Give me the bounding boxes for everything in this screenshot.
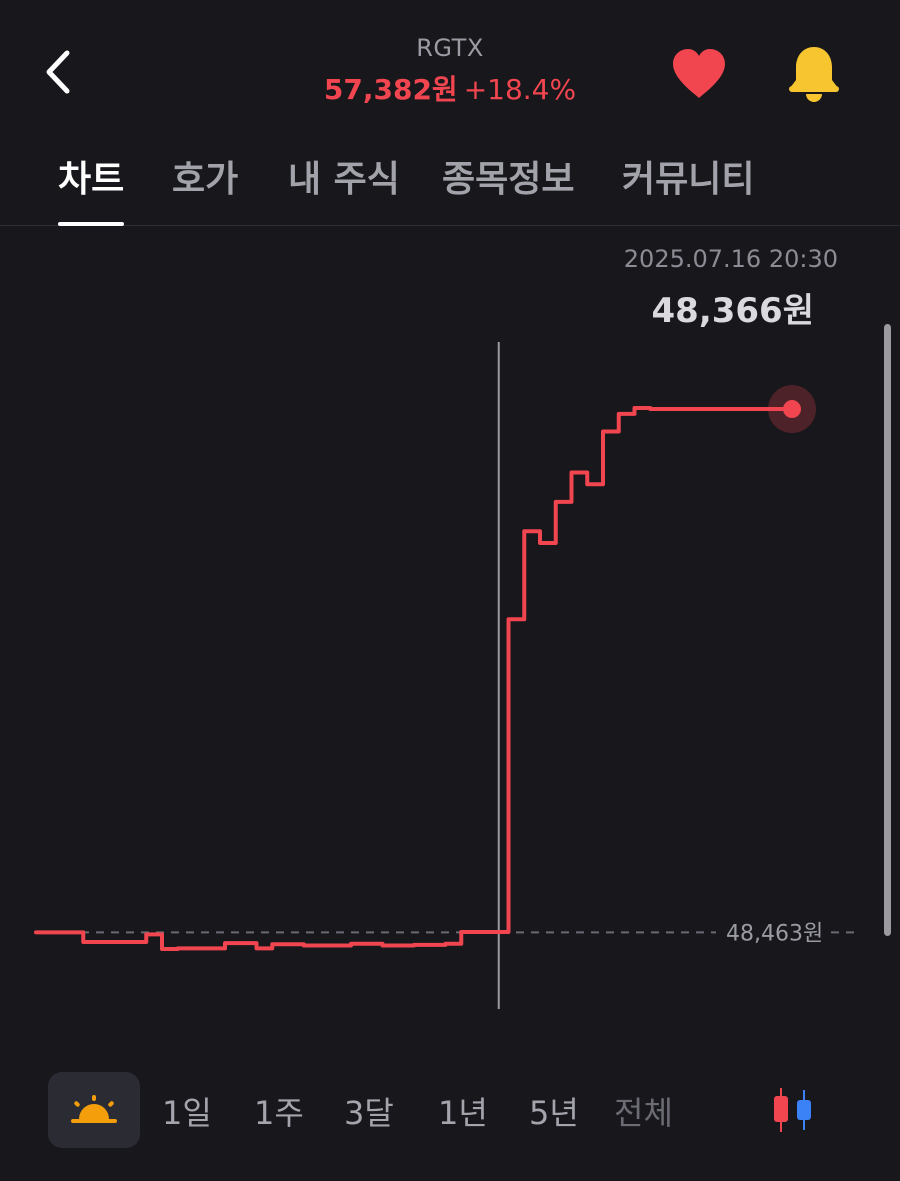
back-button[interactable] [30,44,86,100]
header: RGTX 57,382원 +18.4% [0,0,900,130]
period-all[interactable]: 전체 [614,1088,673,1134]
period-1-week[interactable]: 1주 [254,1088,304,1134]
tab-chart[interactable]: 차트 [58,150,125,226]
chart-type-button[interactable] [768,1084,818,1136]
bell-icon [789,47,839,102]
alert-button[interactable] [784,42,844,104]
price-value: 57,382원 [323,73,458,106]
price-chart[interactable]: 2025.07.16 20:30 48,366원 48,463원 [0,227,900,1047]
price-line [34,406,794,951]
heart-icon [673,49,725,98]
tab-label: 커뮤니티 [622,159,755,200]
period-1-day[interactable]: 1일 [162,1088,212,1134]
tab-my-stock[interactable]: 내 주식 [288,150,400,226]
period-3-month[interactable]: 3달 [344,1088,394,1134]
tab-community[interactable]: 커뮤니티 [622,150,754,226]
stock-title: RGTX 57,382원 +18.4% [250,34,650,108]
tab-label: 호가 [172,159,239,200]
candlestick-icon [774,1088,811,1132]
period-1-year[interactable]: 1년 [438,1088,488,1134]
chart-scrollbar[interactable] [884,324,891,936]
extended-hours-button[interactable] [48,1072,140,1148]
tab-stock-info[interactable]: 종목정보 [442,150,574,226]
chart-canvas[interactable]: 48,463원 [0,227,900,1047]
last-point-dot [783,400,801,419]
tab-bar: 차트 호가 내 주식 종목정보 커뮤니티 [0,130,900,226]
tab-label: 종목정보 [442,159,575,200]
period-selector: 1일 1주 3달 1년 5년 전체 [0,1070,900,1150]
reference-label: 48,463원 [726,921,823,946]
period-5-year[interactable]: 5년 [529,1088,579,1134]
current-price: 57,382원 +18.4% [250,68,650,108]
tab-label: 차트 [58,159,125,200]
price-change: +18.4% [463,73,577,106]
favorite-button[interactable] [668,46,730,102]
ticker-symbol: RGTX [416,34,484,62]
chevron-left-icon [46,50,70,94]
sunrise-icon [71,1095,117,1123]
tab-label: 내 주식 [288,159,400,200]
tab-orderbook[interactable]: 호가 [172,150,238,226]
active-tab-indicator [58,222,125,226]
